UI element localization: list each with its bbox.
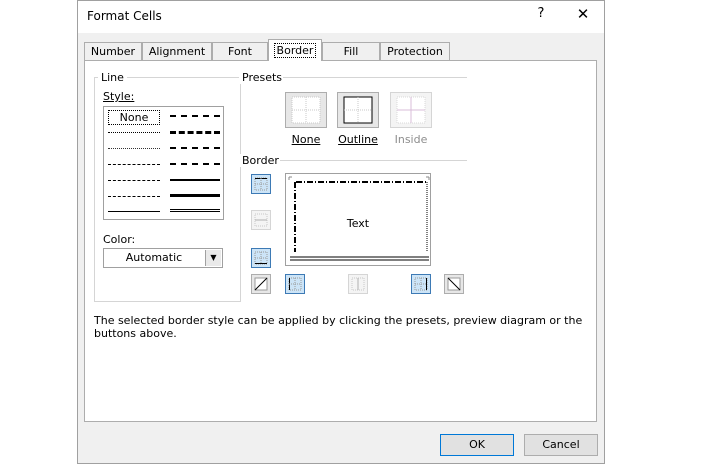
preset-outline-icon [343, 96, 373, 124]
tab-font[interactable]: Font [212, 42, 268, 60]
color-label: Color: [103, 233, 136, 246]
help-button[interactable]: ? [530, 4, 552, 26]
line-style-dotted[interactable] [108, 148, 160, 149]
border-inside-horizontal-button[interactable] [251, 210, 271, 230]
presets-separator [283, 77, 467, 78]
preset-none-button[interactable] [285, 92, 327, 128]
line-style-slanted-dash-dot[interactable] [170, 131, 220, 134]
line-group-label: Line [98, 71, 127, 84]
preset-none-icon [291, 96, 321, 124]
border-top-button[interactable] [251, 174, 271, 194]
line-style-none[interactable]: None [108, 110, 160, 125]
title-bar: Format Cells ? ✕ [78, 1, 604, 33]
diagonal-up-icon [254, 277, 268, 291]
line-style-list[interactable]: None [103, 106, 224, 220]
line-style-thin[interactable] [108, 211, 160, 212]
line-style-medium-dash-dot[interactable] [170, 147, 220, 149]
border-inside-horizontal-icon [254, 213, 268, 227]
border-inside-vertical-icon [351, 277, 365, 291]
line-style-medium-dashed[interactable] [170, 163, 220, 165]
preset-inside-label: Inside [394, 133, 428, 146]
tab-border[interactable]: Border [268, 39, 322, 61]
border-diagonal-down-button[interactable] [444, 274, 464, 294]
line-style-dash-dot[interactable] [108, 180, 160, 181]
line-style-dash-dot-dot[interactable] [108, 164, 160, 165]
color-dropdown-value: Automatic [125, 251, 183, 264]
border-left-icon [288, 277, 302, 291]
tab-number[interactable]: Number [84, 42, 142, 60]
line-style-dashed[interactable] [108, 196, 160, 197]
line-style-medium[interactable] [170, 179, 220, 181]
border-right-icon [414, 277, 428, 291]
border-preview-area[interactable]: Text [285, 173, 431, 266]
border-left-button[interactable] [285, 274, 305, 294]
preset-outline-button[interactable] [337, 92, 379, 128]
color-dropdown[interactable]: Automatic ▼ [103, 248, 223, 268]
border-top-icon [254, 177, 268, 191]
dialog-title: Format Cells [87, 9, 162, 23]
line-style-hair[interactable] [108, 132, 160, 133]
border-bottom-icon [254, 251, 268, 265]
border-separator [280, 160, 467, 161]
tab-protection[interactable]: Protection [380, 42, 450, 60]
chevron-down-icon[interactable]: ▼ [205, 250, 221, 266]
border-inside-vertical-button[interactable] [348, 274, 368, 294]
tab-alignment[interactable]: Alignment [142, 42, 212, 60]
tab-fill[interactable]: Fill [322, 42, 380, 60]
preview-text: Text [346, 217, 370, 230]
preset-inside-icon [396, 96, 426, 124]
close-button[interactable]: ✕ [568, 4, 598, 26]
preset-inside-button[interactable] [390, 92, 432, 128]
presets-group-label: Presets [239, 71, 286, 84]
preset-outline-label: Outline [338, 133, 378, 146]
border-diagonal-up-button[interactable] [251, 274, 271, 294]
border-right-button[interactable] [411, 274, 431, 294]
border-tab-panel: Line Style: None Color: Automatic ▼ Pres… [84, 60, 597, 422]
line-style-double[interactable] [170, 209, 220, 212]
line-style-thick[interactable] [170, 194, 220, 197]
style-label: Style: [103, 90, 135, 103]
line-style-medium-dash-dot-dot[interactable] [170, 115, 220, 117]
cancel-button[interactable]: Cancel [524, 434, 598, 456]
ok-button[interactable]: OK [440, 434, 514, 456]
format-cells-dialog: Format Cells ? ✕ Number Alignment Font B… [77, 0, 605, 464]
border-group-label: Border [239, 154, 282, 167]
preset-none-label: None [291, 133, 321, 146]
border-bottom-button[interactable] [251, 248, 271, 268]
diagonal-down-icon [447, 277, 461, 291]
instructions-text: The selected border style can be applied… [94, 314, 583, 340]
